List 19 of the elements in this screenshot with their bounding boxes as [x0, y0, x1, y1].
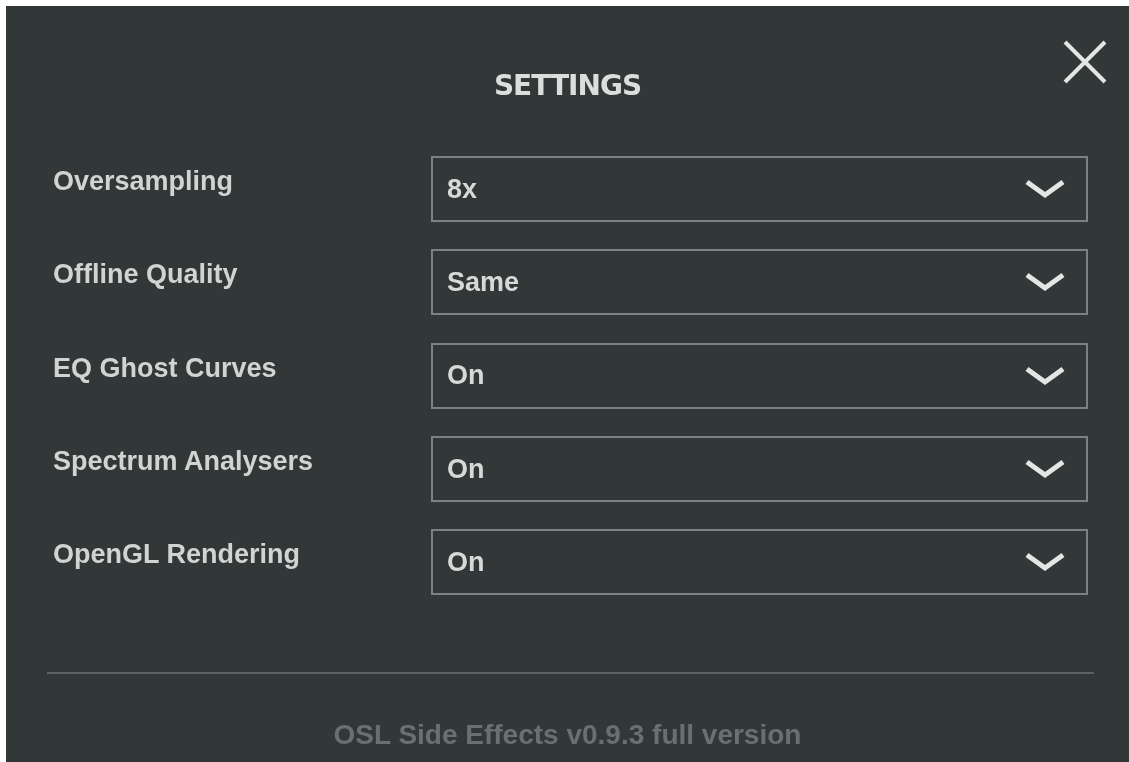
chevron-down-icon — [1024, 551, 1066, 574]
dropdown[interactable]: On — [431, 435, 1088, 502]
dialog-title: SETTINGS — [493, 69, 642, 102]
setting-label: OpenGL Rendering — [53, 538, 302, 572]
dropdown[interactable]: Same — [431, 249, 1088, 316]
chevron-down-icon — [1024, 178, 1066, 200]
setting-label: EQ Ghost Curves — [53, 351, 278, 385]
chevron-down-icon — [1024, 364, 1066, 387]
setting-label: Oversampling — [53, 165, 235, 198]
chevron-down-icon — [1024, 457, 1066, 480]
close-icon — [1061, 38, 1109, 86]
chevron-down-icon — [1024, 271, 1066, 294]
dropdown[interactable]: 8x — [431, 156, 1088, 222]
setting-label: Offline Quality — [53, 258, 239, 292]
dropdown[interactable]: On — [431, 342, 1088, 409]
setting-label: Spectrum Analysers — [53, 444, 315, 478]
version-text: OSL Side Effects v0.9.3 full version — [333, 719, 802, 751]
dropdown[interactable]: On — [431, 529, 1088, 596]
close-button[interactable] — [1061, 38, 1109, 86]
